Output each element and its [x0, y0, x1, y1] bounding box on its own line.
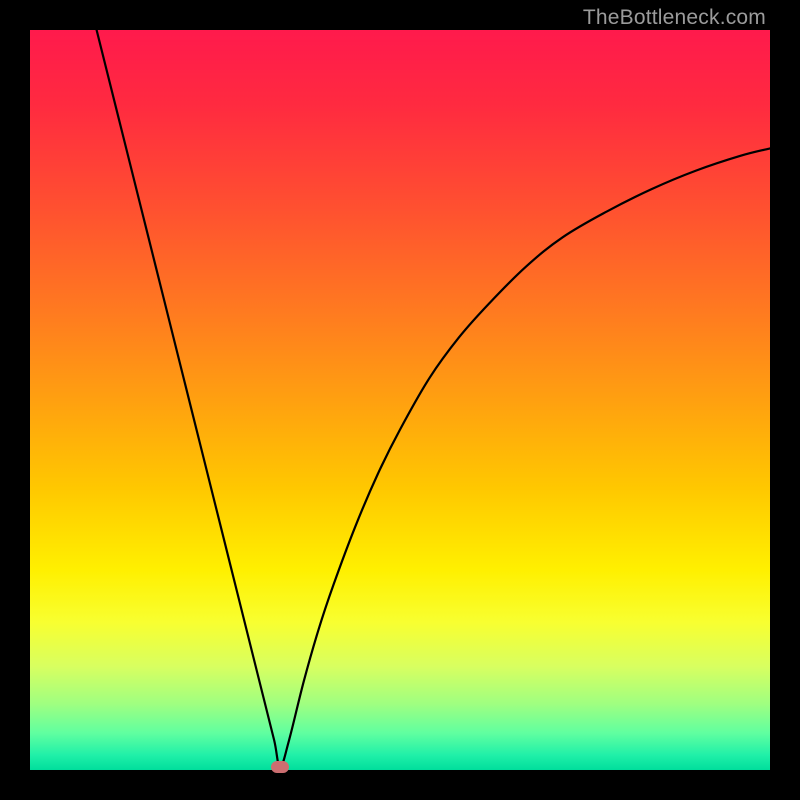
chart-frame: TheBottleneck.com	[0, 0, 800, 800]
chart-svg	[0, 0, 800, 800]
minimum-marker	[271, 761, 289, 773]
bottleneck-curve	[97, 30, 770, 767]
